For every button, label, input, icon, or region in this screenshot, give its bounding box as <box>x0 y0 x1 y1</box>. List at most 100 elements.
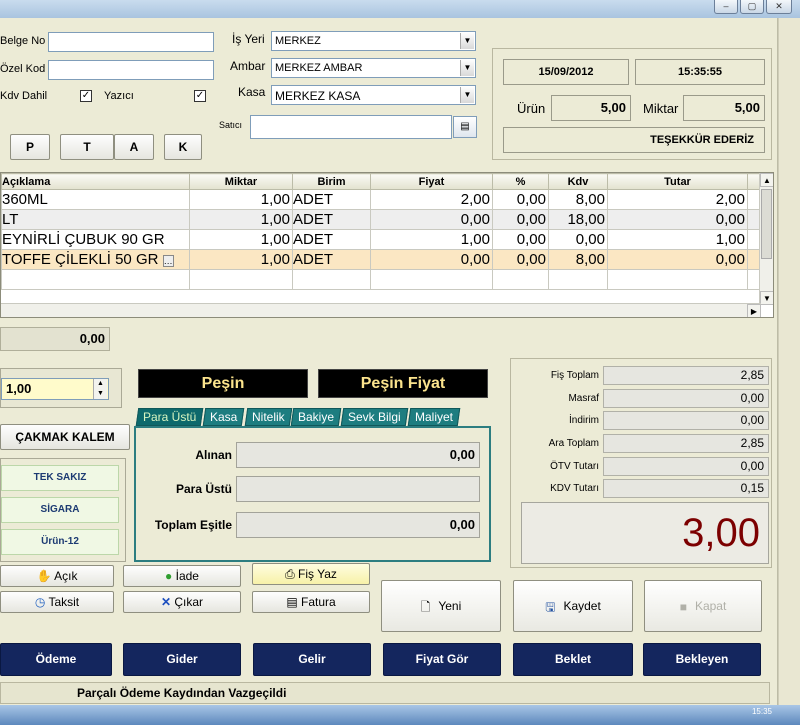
fis-toplam-label: Fiş Toplam <box>550 370 599 381</box>
items-grid: Açıklama Miktar Birim Fiyat % Kdv Tutar … <box>0 172 774 318</box>
table-row-selected[interactable]: TOFFE ÇİLEKLİ 50 GR … 1,00 ADET 0,00 0,0… <box>1 249 762 270</box>
col-yuzde[interactable]: % <box>492 173 549 190</box>
cell-empty <box>548 269 608 290</box>
iade-button[interactable]: ● İade <box>123 565 241 587</box>
price-a-button[interactable]: A <box>114 134 154 160</box>
cell-miktar: 1,00 <box>189 229 293 250</box>
cell-fiyat: 0,00 <box>370 249 493 270</box>
kdv-value: 0,15 <box>603 479 769 498</box>
quick-item-tek-sakiz[interactable]: TEK SAKIZ <box>1 465 119 491</box>
toplam-esitle-input[interactable]: 0,00 <box>236 512 480 538</box>
yazici-label: Yazıcı <box>104 90 134 102</box>
masraf-value: 0,00 <box>603 389 769 408</box>
beklet-button[interactable]: Beklet <box>513 643 633 676</box>
col-miktar[interactable]: Miktar <box>189 173 293 190</box>
price-k-button[interactable]: K <box>164 134 202 160</box>
cell-birim: ADET <box>292 229 371 250</box>
ambar-label: Ambar <box>230 59 266 73</box>
fis-toplam-value: 2,85 <box>603 366 769 385</box>
col-aciklama[interactable]: Açıklama <box>1 173 190 190</box>
satici-label: Satıcı <box>219 120 243 130</box>
cikar-button[interactable]: ✕ Çıkar <box>123 591 241 613</box>
fatura-button[interactable]: ▤ Fatura <box>252 591 370 613</box>
cell-fiyat: 0,00 <box>370 209 493 230</box>
quick-item-sigara[interactable]: SİGARA <box>1 497 119 523</box>
belge-no-input[interactable] <box>48 32 214 52</box>
scroll-thumb[interactable] <box>761 189 772 259</box>
tab-para-ustu[interactable]: Para Üstü <box>135 408 204 426</box>
col-tutar[interactable]: Tutar <box>607 173 748 190</box>
kdv-dahil-checkbox[interactable]: ✓ <box>80 90 92 102</box>
cell-empty <box>1 269 190 290</box>
kasa-select[interactable]: MERKEZ KASA ▼ <box>271 85 476 105</box>
cell-yuzde: 0,00 <box>492 229 549 250</box>
cell-tutar: 0,00 <box>607 249 748 270</box>
tab-sevk-bilgi[interactable]: Sevk Bilgi <box>341 408 409 426</box>
cakmak-kalem-button[interactable]: ÇAKMAK KALEM <box>0 424 130 450</box>
taksit-button[interactable]: ◷ Taksit <box>0 591 114 613</box>
ozel-kod-label: Özel Kod <box>0 63 46 75</box>
kapat-button[interactable]: ■ Kapat <box>644 580 762 632</box>
payment-mode-button[interactable]: Peşin <box>138 369 308 398</box>
price-p-button[interactable]: P <box>10 134 50 160</box>
cell-aciklama: EYNİRLİ ÇUBUK 90 GR <box>1 229 190 250</box>
table-row[interactable]: LT 1,00 ADET 0,00 0,00 18,00 0,00 <box>1 209 762 230</box>
col-fiyat[interactable]: Fiyat <box>370 173 493 190</box>
satici-input[interactable] <box>250 115 452 139</box>
kdv-dahil-label: Kdv Dahil <box>0 90 48 102</box>
cell-empty <box>189 269 293 290</box>
cell-aciklama[interactable]: TOFFE ÇİLEKLİ 50 GR … <box>1 249 190 270</box>
bekleyen-button[interactable]: Bekleyen <box>643 643 761 676</box>
satici-lookup-button[interactable]: ▤ <box>453 116 477 138</box>
gelir-button[interactable]: Gelir <box>253 643 371 676</box>
kaydet-button[interactable]: 🖫 Kaydet <box>513 580 633 632</box>
is-yeri-select[interactable]: MERKEZ ▼ <box>271 31 476 51</box>
dropdown-arrow-icon: ▼ <box>460 60 474 76</box>
grid-horizontal-scrollbar[interactable]: ▶ <box>1 303 761 317</box>
price-t-button[interactable]: T <box>60 134 114 160</box>
cell-kdv: 0,00 <box>548 229 608 250</box>
close-button[interactable]: ✕ <box>766 0 792 14</box>
yeni-button[interactable]: 🗋 Yeni <box>381 580 501 632</box>
price-mode-button[interactable]: Peşin Fiyat <box>318 369 488 398</box>
maximize-button[interactable]: ▢ <box>740 0 764 14</box>
tab-bakiye[interactable]: Bakiye <box>291 408 342 426</box>
grid-total: 0,00 <box>0 327 110 351</box>
gider-button[interactable]: Gider <box>123 643 241 676</box>
odeme-button[interactable]: Ödeme <box>0 643 112 676</box>
table-row[interactable]: EYNİRLİ ÇUBUK 90 GR 1,00 ADET 1,00 0,00 … <box>1 229 762 250</box>
ellipsis-button[interactable]: … <box>162 255 174 267</box>
dropdown-arrow-icon: ▼ <box>460 87 474 103</box>
cell-yuzde: 0,00 <box>492 249 549 270</box>
masraf-label: Masraf <box>568 393 599 404</box>
alinan-input[interactable]: 0,00 <box>236 442 480 468</box>
quantity-stepper[interactable]: ▲ ▼ <box>93 379 107 399</box>
ambar-select[interactable]: MERKEZ AMBAR ▼ <box>271 58 476 78</box>
cell-yuzde: 0,00 <box>492 189 549 210</box>
grid-vertical-scrollbar[interactable]: ▲ ▼ <box>759 173 773 305</box>
acik-button[interactable]: ✋ Açık <box>0 565 114 587</box>
col-kdv[interactable]: Kdv <box>548 173 608 190</box>
fis-yaz-button[interactable]: ⎙ Fiş Yaz <box>252 563 370 585</box>
cell-tutar: 0,00 <box>607 209 748 230</box>
fiyat-gor-button[interactable]: Fiyat Gör <box>383 643 501 676</box>
ozel-kod-input[interactable] <box>48 60 214 80</box>
minimize-button[interactable]: – <box>714 0 738 14</box>
scroll-up-icon[interactable]: ▲ <box>760 173 773 187</box>
tab-maliyet[interactable]: Maliyet <box>407 408 461 426</box>
scroll-down-icon[interactable]: ▼ <box>760 291 773 305</box>
table-row[interactable]: 360ML 1,00 ADET 2,00 0,00 8,00 2,00 <box>1 189 762 210</box>
scroll-right-icon[interactable]: ▶ <box>747 304 761 317</box>
quick-item-urun-12[interactable]: Ürün-12 <box>1 529 119 555</box>
table-row[interactable] <box>1 269 762 290</box>
cell-yuzde: 0,00 <box>492 209 549 230</box>
taskbar-clock[interactable]: 15:35 <box>752 707 772 716</box>
info-panel: 15/09/2012 15:35:55 Ürün 5,00 Miktar 5,0… <box>492 48 772 160</box>
tab-nitelik[interactable]: Nitelik <box>244 408 292 426</box>
para-ustu-input[interactable] <box>236 476 480 502</box>
cell-aciklama: LT <box>1 209 190 230</box>
tab-kasa[interactable]: Kasa <box>203 408 245 426</box>
ara-toplam-label: Ara Toplam <box>548 438 599 449</box>
col-birim[interactable]: Birim <box>292 173 371 190</box>
yazici-checkbox[interactable]: ✓ <box>194 90 206 102</box>
